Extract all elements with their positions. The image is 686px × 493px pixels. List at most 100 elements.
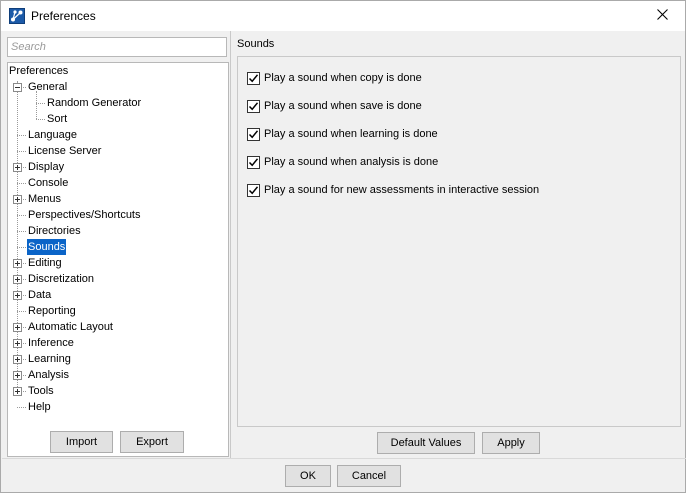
app-logo-icon: [9, 8, 25, 24]
tree-item-help[interactable]: Help: [8, 399, 228, 415]
sound-option-label: Play a sound when analysis is done: [264, 156, 439, 168]
expand-icon[interactable]: [13, 291, 22, 300]
sound-option-label: Play a sound when save is done: [264, 100, 422, 112]
checkmark-icon: [248, 185, 259, 194]
close-icon: [656, 9, 668, 23]
default-values-button[interactable]: Default Values: [377, 432, 475, 454]
checkmark-icon: [248, 101, 259, 110]
tree-item-label: Tools: [28, 385, 54, 397]
tree-item-reporting[interactable]: Reporting: [8, 303, 228, 319]
tree-item-label: Inference: [28, 337, 74, 349]
tree-connector-line: [36, 119, 45, 120]
tree-item-learning[interactable]: Learning: [8, 351, 228, 367]
tree-item-editing[interactable]: Editing: [8, 255, 228, 271]
sound-option-row[interactable]: Play a sound when learning is done: [247, 126, 438, 142]
close-button[interactable]: [639, 1, 685, 31]
tree-item-label: General: [28, 81, 68, 93]
checkbox[interactable]: [247, 99, 260, 113]
tree-connector-line: [17, 247, 26, 248]
tree-item-label: Help: [28, 401, 51, 413]
expand-icon[interactable]: [13, 163, 22, 172]
tree-item-sounds[interactable]: Sounds: [8, 239, 228, 255]
tree-connector-line: [17, 151, 26, 152]
tree-item-license-server[interactable]: License Server: [8, 143, 228, 159]
sound-option-row[interactable]: Play a sound when copy is done: [247, 70, 422, 86]
window-title: Preferences: [31, 9, 96, 23]
expand-icon[interactable]: [13, 323, 22, 332]
sound-option-row[interactable]: Play a sound when analysis is done: [247, 154, 438, 170]
tree-item-menus[interactable]: Menus: [8, 191, 228, 207]
tree-item-automatic-layout[interactable]: Automatic Layout: [8, 319, 228, 335]
sound-option-row[interactable]: Play a sound when save is done: [247, 98, 422, 114]
ok-button[interactable]: OK: [285, 465, 331, 487]
checkmark-icon: [248, 157, 259, 166]
expand-icon[interactable]: [13, 195, 22, 204]
tree-connector-line: [17, 215, 26, 216]
tree-item-tools[interactable]: Tools: [8, 383, 228, 399]
tree-item-label: Discretization: [28, 273, 95, 285]
tree-item-label: Automatic Layout: [28, 321, 113, 333]
expand-icon[interactable]: [13, 371, 22, 380]
tree-item-sort[interactable]: Sort: [8, 111, 228, 127]
expand-icon[interactable]: [13, 355, 22, 364]
tree-item-console[interactable]: Console: [8, 175, 228, 191]
section-title: Sounds: [237, 38, 275, 50]
tree-item-label: Sort: [47, 113, 68, 125]
expand-icon[interactable]: [13, 259, 22, 268]
tree-item-label: Console: [28, 177, 69, 189]
expand-icon[interactable]: [13, 275, 22, 284]
tree-item-directories[interactable]: Directories: [8, 223, 228, 239]
sound-option-label: Play a sound for new assessments in inte…: [264, 184, 540, 196]
tree-connector-line: [17, 407, 26, 408]
tree-item-inference[interactable]: Inference: [8, 335, 228, 351]
sounds-options-panel: Play a sound when copy is done Play a sou…: [237, 56, 681, 427]
checkbox[interactable]: [247, 71, 260, 85]
tree-item-perspectives-shortcuts[interactable]: Perspectives/Shortcuts: [8, 207, 228, 223]
collapse-icon[interactable]: [13, 83, 22, 92]
tree-connector-line: [17, 231, 26, 232]
checkmark-icon: [248, 129, 259, 138]
tree-item-label: Data: [28, 289, 52, 301]
tree-item-label: Menus: [28, 193, 62, 205]
expand-icon[interactable]: [13, 339, 22, 348]
checkbox[interactable]: [247, 183, 260, 197]
title-bar: Preferences: [1, 1, 685, 31]
tree-item-label: Perspectives/Shortcuts: [28, 209, 141, 221]
tree-connector-line: [17, 135, 26, 136]
apply-button[interactable]: Apply: [482, 432, 540, 454]
tree-item-data[interactable]: Data: [8, 287, 228, 303]
tree-item-label: Directories: [28, 225, 81, 237]
tree-connector-line: [36, 103, 45, 104]
checkbox[interactable]: [247, 155, 260, 169]
sound-option-row[interactable]: Play a sound for new assessments in inte…: [247, 182, 539, 198]
tree-root-label: Preferences: [9, 65, 69, 77]
export-button[interactable]: Export: [120, 431, 184, 453]
sound-option-label: Play a sound when copy is done: [264, 72, 422, 84]
preferences-tree: Preferences General Random Generator Sort L…: [7, 62, 229, 457]
tree-item-label: Sounds: [27, 239, 67, 255]
tree-item-random-generator[interactable]: Random Generator: [8, 95, 228, 111]
tree-item-label: Reporting: [28, 305, 76, 317]
cancel-button[interactable]: Cancel: [337, 465, 401, 487]
tree-item-label: Display: [28, 161, 65, 173]
sound-option-label: Play a sound when learning is done: [264, 128, 438, 140]
tree-item-analysis[interactable]: Analysis: [8, 367, 228, 383]
tree-item-label: Learning: [28, 353, 71, 365]
tree-item-label: Language: [28, 129, 77, 141]
tree-item-general[interactable]: General: [8, 79, 228, 95]
tree-item-label: Random Generator: [47, 97, 142, 109]
tree-item-label: Analysis: [28, 369, 69, 381]
checkmark-icon: [248, 73, 259, 82]
search-input[interactable]: [7, 37, 227, 57]
tree-item-discretization[interactable]: Discretization: [8, 271, 228, 287]
tree-item-display[interactable]: Display: [8, 159, 228, 175]
checkbox[interactable]: [247, 127, 260, 141]
import-button[interactable]: Import: [50, 431, 113, 453]
preferences-dialog: Preferences Preferences General Random Ge…: [0, 0, 686, 493]
tree-item-language[interactable]: Language: [8, 127, 228, 143]
footer-divider: [2, 458, 686, 459]
tree-connector-line: [17, 311, 26, 312]
navigation-panel: Preferences General Random Generator Sort L…: [2, 31, 231, 458]
expand-icon[interactable]: [13, 387, 22, 396]
tree-item-label: Editing: [28, 257, 62, 269]
